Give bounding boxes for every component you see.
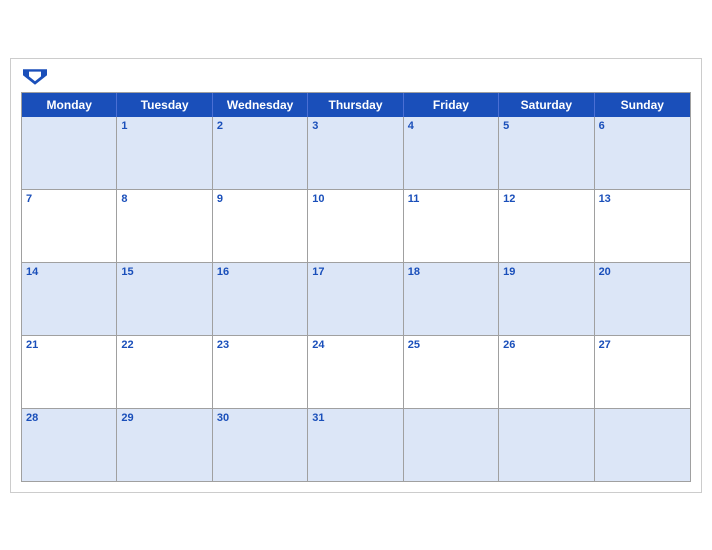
day-header-monday: Monday	[22, 93, 117, 117]
day-cell: 2	[213, 117, 308, 189]
day-cell: 0	[595, 409, 690, 481]
week-row-1: 0123456	[22, 117, 690, 190]
day-number: 30	[217, 412, 303, 424]
day-cell: 14	[22, 263, 117, 335]
day-number: 31	[312, 412, 398, 424]
day-number: 7	[26, 193, 112, 205]
day-cell: 10	[308, 190, 403, 262]
day-cell: 20	[595, 263, 690, 335]
day-header-wednesday: Wednesday	[213, 93, 308, 117]
day-number: 17	[312, 266, 398, 278]
week-row-4: 21 22 23 24 25 26 27	[22, 336, 690, 409]
day-cell: 0	[499, 409, 594, 481]
day-cell: 17	[308, 263, 403, 335]
day-cell: 16	[213, 263, 308, 335]
day-cell: 8	[117, 190, 212, 262]
day-cell: 25	[404, 336, 499, 408]
day-number: 14	[26, 266, 112, 278]
day-cell: 27	[595, 336, 690, 408]
day-number: 15	[121, 266, 207, 278]
day-cell: 4	[404, 117, 499, 189]
day-header-saturday: Saturday	[499, 93, 594, 117]
day-number: 5	[503, 120, 589, 132]
day-cell: 3	[308, 117, 403, 189]
day-cell: 15	[117, 263, 212, 335]
day-header-thursday: Thursday	[308, 93, 403, 117]
day-cell: 13	[595, 190, 690, 262]
day-cell: 6	[595, 117, 690, 189]
calendar-header	[21, 69, 691, 86]
day-cell: 26	[499, 336, 594, 408]
day-cell: 29	[117, 409, 212, 481]
logo-icon	[23, 69, 47, 85]
day-number: 25	[408, 339, 494, 351]
day-number: 21	[26, 339, 112, 351]
day-number: 9	[217, 193, 303, 205]
day-number: 1	[121, 120, 207, 132]
day-header-tuesday: Tuesday	[117, 93, 212, 117]
week-row-5: 28293031000	[22, 409, 690, 482]
day-number: 16	[217, 266, 303, 278]
day-cell: 31	[308, 409, 403, 481]
logo-area	[23, 69, 47, 86]
day-number: 12	[503, 193, 589, 205]
day-number: 23	[217, 339, 303, 351]
day-header-friday: Friday	[404, 93, 499, 117]
calendar-grid: MondayTuesdayWednesdayThursdayFridaySatu…	[21, 92, 691, 482]
day-cell: 5	[499, 117, 594, 189]
day-number: 10	[312, 193, 398, 205]
day-cell: 1	[117, 117, 212, 189]
day-cell: 0	[404, 409, 499, 481]
day-cell: 12	[499, 190, 594, 262]
day-number: 8	[121, 193, 207, 205]
day-number: 19	[503, 266, 589, 278]
calendar: MondayTuesdayWednesdayThursdayFridaySatu…	[10, 58, 702, 493]
week-row-3: 14 15 16 17 18 19 20	[22, 263, 690, 336]
day-number: 28	[26, 412, 112, 424]
day-cell: 19	[499, 263, 594, 335]
day-number: 18	[408, 266, 494, 278]
day-headers-row: MondayTuesdayWednesdayThursdayFridaySatu…	[22, 93, 690, 117]
day-number: 26	[503, 339, 589, 351]
day-cell: 9	[213, 190, 308, 262]
day-cell: 21	[22, 336, 117, 408]
day-cell: 11	[404, 190, 499, 262]
day-number: 6	[599, 120, 686, 132]
day-number: 4	[408, 120, 494, 132]
day-header-sunday: Sunday	[595, 93, 690, 117]
day-number: 22	[121, 339, 207, 351]
day-number: 27	[599, 339, 686, 351]
day-number: 13	[599, 193, 686, 205]
day-number: 2	[217, 120, 303, 132]
day-number: 20	[599, 266, 686, 278]
day-cell: 22	[117, 336, 212, 408]
day-number: 29	[121, 412, 207, 424]
day-number: 24	[312, 339, 398, 351]
day-cell: 7	[22, 190, 117, 262]
day-cell: 18	[404, 263, 499, 335]
day-cell: 30	[213, 409, 308, 481]
calendar-weeks: 0123456789101112131415161718192021222324…	[22, 117, 690, 482]
day-number: 3	[312, 120, 398, 132]
day-cell: 28	[22, 409, 117, 481]
day-cell: 0	[22, 117, 117, 189]
day-number: 11	[408, 193, 494, 205]
week-row-2: 789 10 11 12 13	[22, 190, 690, 263]
day-cell: 24	[308, 336, 403, 408]
day-cell: 23	[213, 336, 308, 408]
